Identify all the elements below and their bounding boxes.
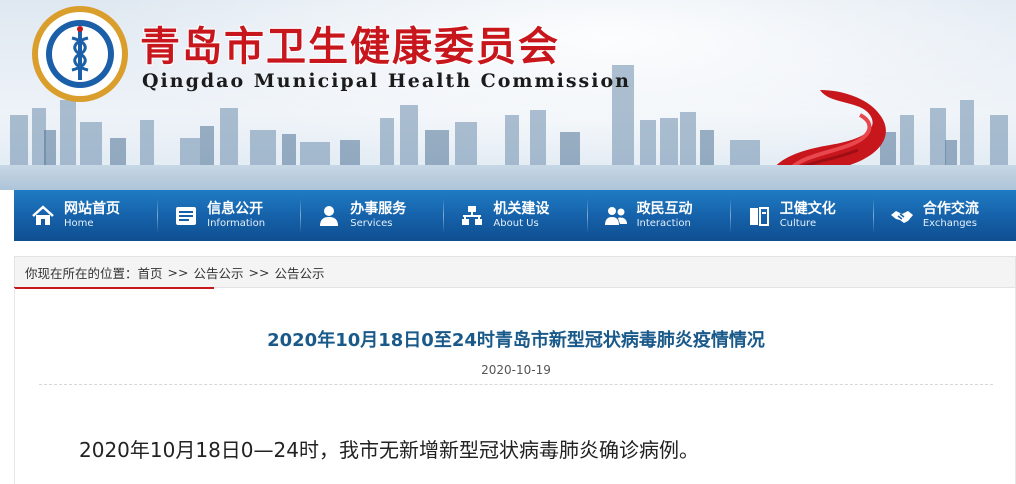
nav-label-en: Interaction <box>636 218 691 229</box>
nav-item-services[interactable]: 办事服务 Services <box>300 190 443 241</box>
header-banner: 青岛市卫生健康委员会 Qingdao Municipal Health Comm… <box>0 0 1016 190</box>
nav-label-en: Services <box>350 218 393 229</box>
nav-item-about-us[interactable]: 机关建设 About Us <box>443 190 586 241</box>
org-chart-icon <box>462 205 483 225</box>
breadcrumb: 你现在所在的位置： 首页 >> 公告公示 >> 公告公示 <box>14 256 1016 288</box>
nav-label-en: Exchanges <box>922 218 977 229</box>
user-icon <box>320 205 339 226</box>
nav-label-en: About Us <box>493 218 539 229</box>
nav-label-cn: 政民互动 <box>636 201 693 217</box>
breadcrumb-separator: >> <box>167 264 189 280</box>
breadcrumb-announcements-link[interactable]: 公告公示 <box>193 263 243 282</box>
nav-item-culture[interactable]: 卫健文化 Culture <box>729 190 873 241</box>
article-body-text: 2020年10月18日0—24时，我市无新增新型冠状病毒肺炎确诊病例。 <box>79 438 699 462</box>
breadcrumb-prefix: 你现在所在的位置： <box>25 265 138 281</box>
nav-label-cn: 办事服务 <box>350 201 407 217</box>
nav-item-exchanges[interactable]: 合作交流 Exchanges <box>872 190 1016 241</box>
nav-item-interaction[interactable]: 政民互动 Interaction <box>586 190 730 241</box>
home-icon <box>32 204 54 225</box>
sea-strip <box>0 165 1016 190</box>
commission-logo <box>32 6 128 102</box>
article-container: 2020年10月18日0至24时青岛市新型冠状病毒肺炎疫情情况 2020-10-… <box>14 288 1016 484</box>
article-divider <box>39 384 993 385</box>
main-navigation: 网站首页 Home 信息公开 Information 办事服务 Services <box>14 190 1016 241</box>
nav-label-cn: 卫健文化 <box>779 201 836 217</box>
handshake-icon <box>890 210 913 223</box>
breadcrumb-separator: >> <box>248 264 270 280</box>
nav-label-cn: 信息公开 <box>207 201 264 217</box>
nav-label-en: Information <box>207 218 266 229</box>
site-title-english: Qingdao Municipal Health Commission <box>142 70 631 92</box>
site-title-chinese: 青岛市卫生健康委员会 <box>140 23 560 70</box>
document-list-icon <box>176 206 197 225</box>
article-title: 2020年10月18日0至24时青岛市新型冠状病毒肺炎疫情情况 <box>267 330 765 351</box>
nav-label-en: Home <box>64 218 94 229</box>
nav-label-cn: 合作交流 <box>922 201 979 217</box>
breadcrumb-home-link[interactable]: 首页 <box>138 263 163 282</box>
nav-label-en: Culture <box>779 218 817 229</box>
nav-label-cn: 网站首页 <box>64 201 120 217</box>
users-icon <box>604 206 627 225</box>
nav-item-information[interactable]: 信息公开 Information <box>157 190 300 241</box>
breadcrumb-current-link[interactable]: 公告公示 <box>274 263 324 282</box>
nav-item-home[interactable]: 网站首页 Home <box>14 190 157 241</box>
book-icon <box>749 206 769 226</box>
article-date: 2020-10-19 <box>481 363 551 377</box>
nav-label-cn: 机关建设 <box>493 201 550 217</box>
